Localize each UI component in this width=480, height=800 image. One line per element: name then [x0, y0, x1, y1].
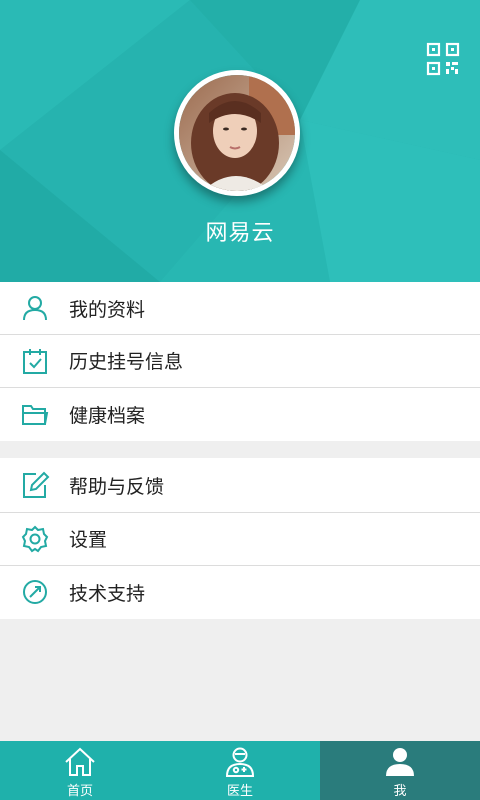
compass-icon	[23, 580, 47, 604]
home-icon	[65, 747, 95, 776]
tab-label: 我	[393, 784, 407, 799]
qr-code-icon	[426, 42, 460, 76]
profile-header: 网易云	[0, 0, 480, 282]
user-icon	[23, 296, 47, 321]
person-icon	[386, 748, 414, 776]
tab-label: 首页	[66, 784, 93, 799]
menu-item-label: 历史挂号信息	[69, 351, 184, 373]
menu-item-settings[interactable]: 设置	[0, 512, 480, 565]
qr-code-button[interactable]	[426, 42, 460, 76]
menu-item-tech-support[interactable]: 技术支持	[0, 565, 480, 619]
menu-item-registration-history[interactable]: 历史挂号信息	[0, 334, 480, 387]
profile-screen: 网易云 我的资料 历史挂号信息 健康档案 帮助与反馈 设置 技术支持 首页 医生…	[0, 0, 480, 800]
menu-item-health-records[interactable]: 健康档案	[0, 387, 480, 441]
menu-section-secondary: 帮助与反馈 设置 技术支持	[0, 458, 480, 619]
menu-item-label: 我的资料	[69, 298, 146, 321]
tab-doctor[interactable]: 医生	[160, 741, 320, 800]
menu-item-label: 设置	[69, 529, 108, 551]
menu-item-help-feedback[interactable]: 帮助与反馈	[0, 458, 480, 512]
menu-item-label: 技术支持	[69, 582, 146, 605]
bottom-tab-bar: 首页 医生 我	[0, 741, 480, 800]
tab-label: 医生	[226, 784, 253, 799]
folder-icon	[22, 405, 49, 425]
calendar-check-icon	[23, 348, 47, 374]
user-avatar-photo	[179, 75, 295, 191]
username: 网易云	[205, 221, 275, 246]
menu-item-label: 帮助与反馈	[69, 475, 165, 498]
menu-section-primary: 我的资料 历史挂号信息 健康档案	[0, 282, 480, 441]
avatar[interactable]	[174, 70, 300, 196]
menu-item-my-profile[interactable]: 我的资料	[0, 282, 480, 334]
menu-item-label: 健康档案	[69, 404, 146, 427]
gear-icon	[21, 525, 49, 552]
doctor-icon	[225, 747, 255, 777]
edit-icon	[23, 471, 50, 498]
tab-home[interactable]: 首页	[0, 741, 160, 800]
tab-me[interactable]: 我	[320, 741, 480, 800]
